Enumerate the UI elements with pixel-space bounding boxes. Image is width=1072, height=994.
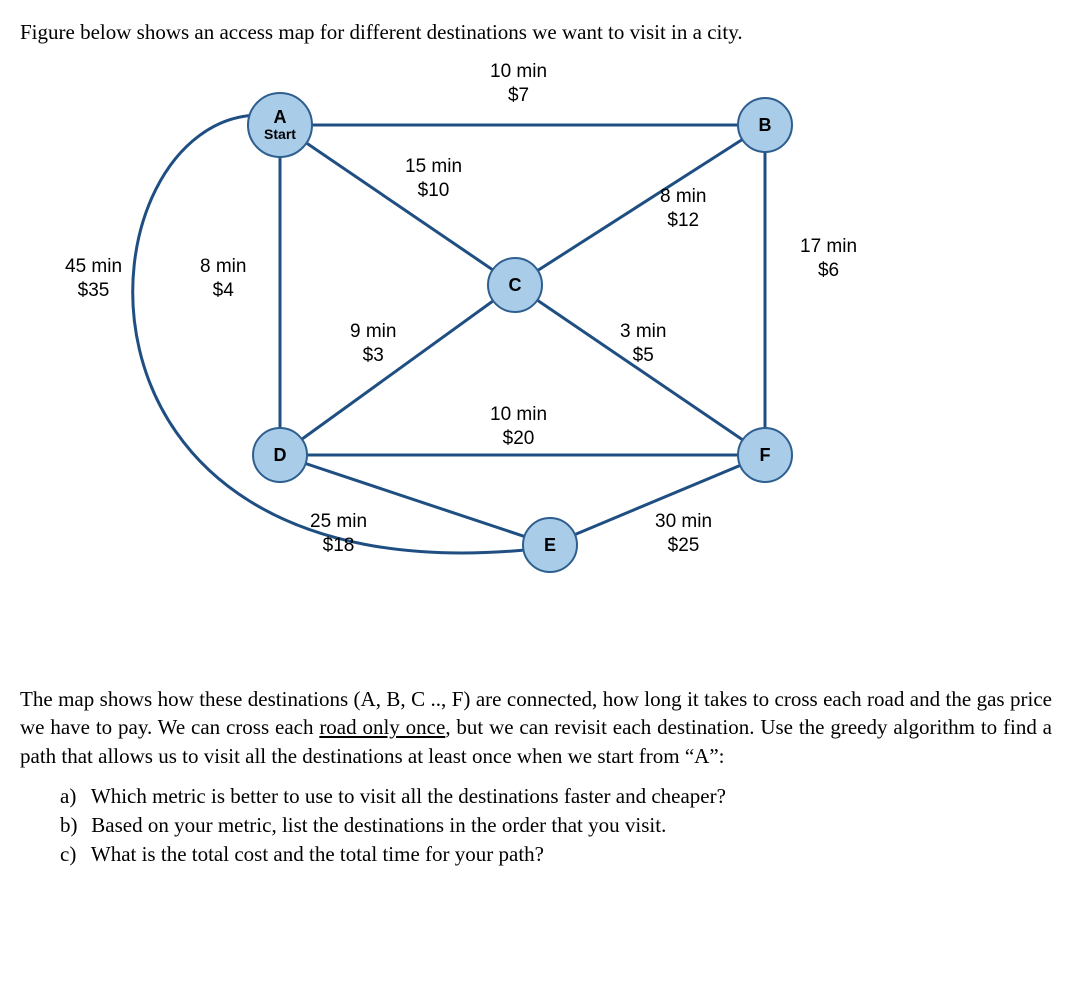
label-BC: 8 min $12 — [660, 185, 706, 233]
node-E-label: E — [544, 536, 556, 555]
intro-text: Figure below shows an access map for dif… — [20, 20, 1052, 45]
label-EF-time: 30 min — [655, 510, 712, 534]
label-AD-time: 8 min — [200, 255, 246, 279]
label-AB: 10 min $7 — [490, 60, 547, 108]
edge-CD — [280, 285, 515, 455]
label-BC-cost: $12 — [660, 209, 706, 233]
edge-AE-curve — [133, 115, 525, 553]
graph-diagram: A Start B C D E F 10 min $7 15 min $10 8… — [50, 55, 870, 655]
label-AD-cost: $4 — [200, 279, 246, 303]
label-AB-cost: $7 — [490, 84, 547, 108]
label-CF-time: 3 min — [620, 320, 666, 344]
node-E: E — [522, 517, 578, 573]
label-AB-time: 10 min — [490, 60, 547, 84]
description-paragraph: The map shows how these destinations (A,… — [20, 685, 1052, 770]
label-AD: 8 min $4 — [200, 255, 246, 303]
label-DE-time: 25 min — [310, 510, 367, 534]
label-AC-time: 15 min — [405, 155, 462, 179]
label-EF-cost: $25 — [655, 534, 712, 558]
label-BF-time: 17 min — [800, 235, 857, 259]
question-a: a) Which metric is better to use to visi… — [60, 784, 1052, 809]
edge-CF — [515, 285, 765, 455]
label-CD-time: 9 min — [350, 320, 396, 344]
edge-BC — [515, 125, 765, 285]
node-C: C — [487, 257, 543, 313]
label-AC-cost: $10 — [405, 179, 462, 203]
label-AC: 15 min $10 — [405, 155, 462, 203]
label-EF: 30 min $25 — [655, 510, 712, 558]
node-F-label: F — [760, 446, 771, 465]
question-c: c) What is the total cost and the total … — [60, 842, 1052, 867]
label-BC-time: 8 min — [660, 185, 706, 209]
node-D: D — [252, 427, 308, 483]
node-F: F — [737, 427, 793, 483]
node-A: A Start — [247, 92, 313, 158]
question-list: a) Which metric is better to use to visi… — [20, 784, 1052, 867]
node-C-label: C — [509, 276, 522, 295]
question-c-label: c) — [60, 842, 86, 867]
label-CF-cost: $5 — [620, 344, 666, 368]
label-CD-cost: $3 — [350, 344, 396, 368]
edge-AC — [280, 125, 515, 285]
label-AE-time: 45 min — [65, 255, 122, 279]
description-underlined: road only once — [319, 715, 445, 739]
label-DF: 10 min $20 — [490, 403, 547, 451]
question-b: b) Based on your metric, list the destin… — [60, 813, 1052, 838]
label-DF-time: 10 min — [490, 403, 547, 427]
label-DE-cost: $18 — [310, 534, 367, 558]
label-BF: 17 min $6 — [800, 235, 857, 283]
node-B: B — [737, 97, 793, 153]
node-B-label: B — [759, 116, 772, 135]
label-AE-cost: $35 — [65, 279, 122, 303]
label-BF-cost: $6 — [800, 259, 857, 283]
node-A-label: A — [274, 108, 287, 127]
node-D-label: D — [274, 446, 287, 465]
label-CD: 9 min $3 — [350, 320, 396, 368]
question-a-label: a) — [60, 784, 86, 809]
label-DE: 25 min $18 — [310, 510, 367, 558]
label-CF: 3 min $5 — [620, 320, 666, 368]
question-b-label: b) — [60, 813, 86, 838]
label-DF-cost: $20 — [490, 427, 547, 451]
label-AE: 45 min $35 — [65, 255, 122, 303]
question-c-text: What is the total cost and the total tim… — [91, 842, 544, 866]
node-A-sublabel: Start — [264, 127, 296, 142]
question-b-text: Based on your metric, list the destinati… — [91, 813, 666, 837]
question-a-text: Which metric is better to use to visit a… — [91, 784, 726, 808]
